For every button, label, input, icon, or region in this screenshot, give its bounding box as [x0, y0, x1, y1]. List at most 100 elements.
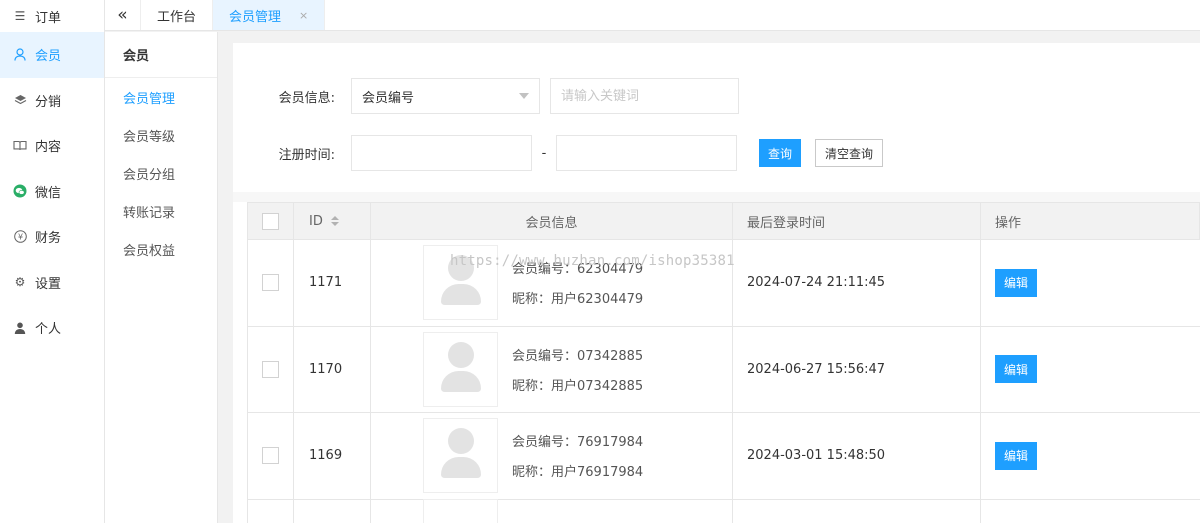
row-member-info: 会员编号：76917984 昵称：用户76917984	[371, 413, 733, 499]
subnav-item-member-levels[interactable]: 会员等级	[105, 116, 217, 154]
row-member-info: 会员编号：62304479 昵称：用户62304479	[371, 240, 733, 326]
row-last-login: 2024-06-27 15:56:47	[733, 326, 981, 412]
list-icon: ☰	[14, 9, 26, 23]
tab-member-management[interactable]: 会员管理 ×	[213, 0, 326, 30]
nav-item-label: 订单	[35, 10, 62, 26]
header-action: 操作	[995, 215, 1022, 231]
content-card: 会员信息: 会员编号 注册时间: - 查询 清空查询 ID 会员信息 最后登录时…	[233, 43, 1200, 523]
layers-icon	[13, 93, 27, 107]
row-checkbox-cell	[248, 240, 294, 326]
nav-item-settings[interactable]: ⚙ 设置	[0, 260, 104, 306]
yen-icon: ¥	[13, 230, 27, 244]
edit-button[interactable]: 编辑	[995, 355, 1038, 384]
row-checkbox[interactable]	[262, 447, 279, 465]
avatar	[423, 418, 498, 494]
nav-item-finance[interactable]: ¥ 财务	[0, 214, 104, 260]
avatar	[423, 245, 498, 321]
sub-nav: 会员 会员管理 会员等级 会员分组 转账记录 会员权益	[105, 32, 218, 523]
main-nav: ☰ 订单 会员 分销 内容 微信 ¥ 财务 ⚙ 设置 个人	[0, 0, 105, 523]
row-action-cell: 编辑	[981, 413, 1200, 499]
table-row: 1171 会员编号：62304479 昵称：用户62304479 2024-07…	[247, 240, 1200, 327]
svg-text:¥: ¥	[17, 233, 22, 242]
member-table: ID 会员信息 最后登录时间 操作 1171 会员编号：62304479 昵称：…	[247, 202, 1200, 523]
nav-item-label: 微信	[35, 185, 62, 201]
row-id: 1171	[294, 240, 371, 326]
row-member-info	[371, 498, 733, 523]
register-time-filter-row: 注册时间: - 查询 清空查询	[251, 135, 884, 171]
table-row: 1170 会员编号：07342885 昵称：用户07342885 2024-06…	[247, 326, 1200, 413]
member-number: 会员编号：76917984	[512, 435, 644, 451]
select-all-checkbox[interactable]	[262, 212, 279, 230]
edit-button[interactable]: 编辑	[995, 268, 1038, 297]
table-row	[247, 498, 1200, 523]
member-number: 会员编号：07342885	[512, 348, 644, 364]
nav-item-profile[interactable]: 个人	[0, 305, 104, 351]
nav-item-distribution[interactable]: 分销	[0, 78, 104, 124]
nav-item-label: 内容	[35, 140, 62, 156]
member-field-selected: 会员编号	[362, 90, 415, 106]
register-time-label: 注册时间:	[278, 147, 335, 163]
nav-item-members[interactable]: 会员	[0, 32, 104, 78]
row-action-cell: 编辑	[981, 240, 1200, 326]
collapse-sidebar-icon[interactable]: «	[105, 0, 141, 30]
row-action-cell	[981, 500, 1200, 523]
section-divider	[233, 192, 1200, 202]
subnav-item-transfer-records[interactable]: 转账记录	[105, 192, 217, 230]
member-number: 会员编号：62304479	[512, 262, 644, 278]
nav-item-orders[interactable]: ☰ 订单	[0, 0, 104, 32]
member-nickname: 昵称：用户76917984	[512, 465, 644, 481]
row-id: 1170	[294, 326, 371, 412]
register-end-input[interactable]	[556, 135, 737, 171]
book-icon	[13, 139, 27, 153]
member-nickname: 昵称：用户07342885	[512, 378, 644, 394]
avatar	[423, 331, 498, 407]
nav-item-label: 财务	[35, 231, 62, 247]
subnav-title: 会员	[105, 32, 217, 78]
header-checkbox-cell	[248, 203, 294, 239]
wechat-icon	[13, 184, 27, 198]
table-header: ID 会员信息 最后登录时间 操作	[247, 202, 1200, 240]
header-id[interactable]: ID	[294, 203, 371, 239]
header-member-info: 会员信息	[371, 203, 733, 239]
row-id: 1169	[294, 413, 371, 499]
header-last-login: 最后登录时间	[733, 203, 981, 239]
row-checkbox[interactable]	[262, 274, 279, 292]
row-checkbox-cell	[248, 326, 294, 412]
row-id	[294, 499, 371, 523]
subnav-item-member-management[interactable]: 会员管理	[105, 78, 217, 116]
member-info-filter-row: 会员信息: 会员编号	[251, 78, 739, 114]
row-checkbox[interactable]	[262, 360, 279, 378]
subnav-item-member-benefits[interactable]: 会员权益	[105, 230, 217, 268]
row-checkbox-cell	[248, 499, 294, 523]
row-checkbox-cell	[248, 413, 294, 499]
close-icon[interactable]: ×	[299, 9, 308, 22]
user-icon	[13, 48, 27, 62]
nav-item-label: 个人	[35, 322, 62, 338]
tab-workbench[interactable]: 工作台	[141, 0, 214, 30]
keyword-input[interactable]	[550, 78, 739, 114]
nav-item-label: 会员	[35, 49, 62, 65]
member-nickname: 昵称：用户62304479	[512, 292, 644, 308]
edit-button[interactable]: 编辑	[995, 441, 1038, 470]
person-icon	[13, 321, 27, 335]
member-info-label: 会员信息:	[278, 90, 335, 106]
nav-item-label: 设置	[35, 276, 62, 292]
row-last-login: 2024-07-24 21:11:45	[733, 240, 981, 326]
tab-label: 会员管理	[229, 9, 282, 25]
search-button[interactable]: 查询	[759, 139, 802, 167]
nav-item-content[interactable]: 内容	[0, 123, 104, 169]
header-id-label: ID	[309, 213, 323, 229]
tab-label: 工作台	[157, 9, 197, 25]
nav-item-label: 分销	[35, 94, 62, 110]
subnav-item-member-groups[interactable]: 会员分组	[105, 154, 217, 192]
clear-search-button[interactable]: 清空查询	[815, 139, 884, 167]
range-separator: -	[541, 145, 547, 161]
tab-bar: « 工作台 会员管理 ×	[105, 0, 1200, 31]
member-field-select[interactable]: 会员编号	[351, 78, 540, 114]
row-last-login: 2024-03-01 15:48:50	[733, 413, 981, 499]
nav-item-wechat[interactable]: 微信	[0, 169, 104, 215]
row-last-login	[733, 499, 981, 523]
avatar	[423, 498, 498, 523]
sort-icon[interactable]	[330, 216, 339, 226]
register-start-input[interactable]	[351, 135, 532, 171]
